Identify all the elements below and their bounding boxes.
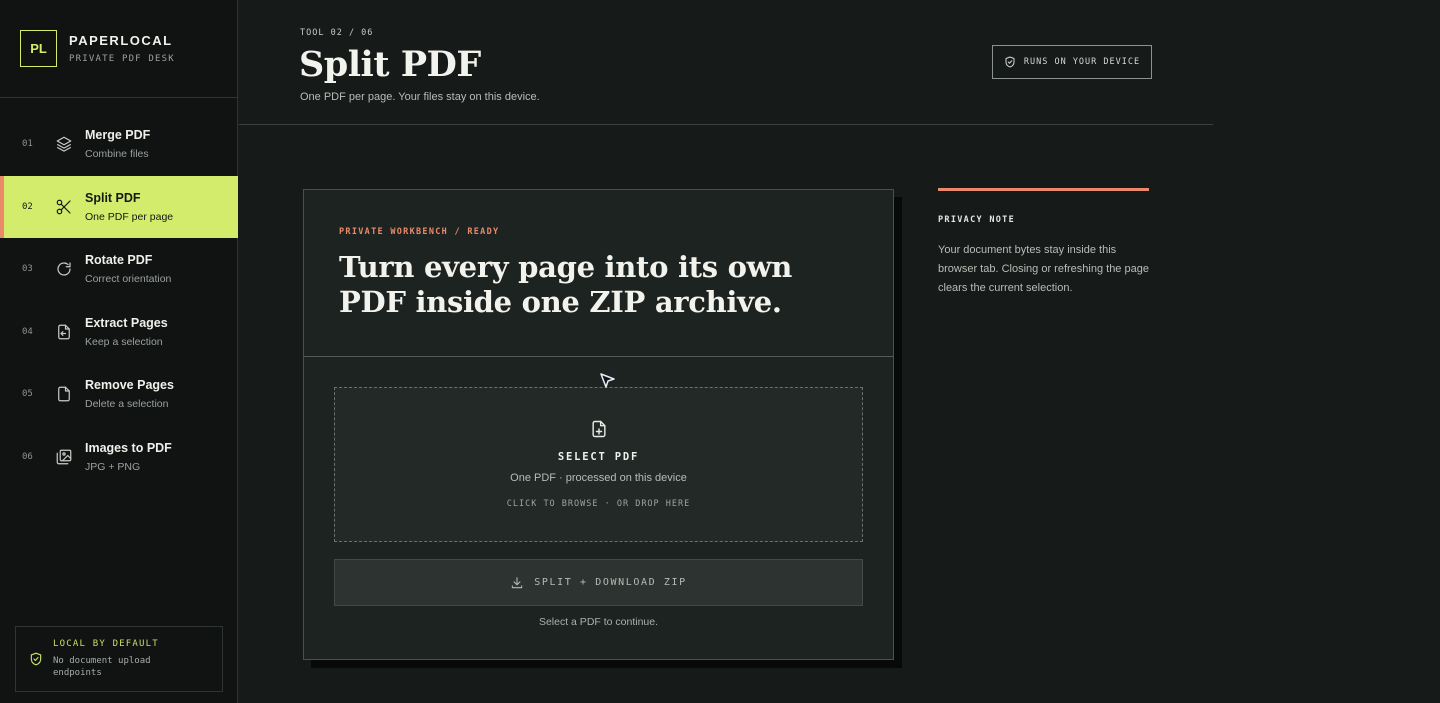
privacy-body: Your document bytes stay inside this bro… [938, 244, 1149, 294]
local-by-default-notice: LOCAL BY DEFAULT No document upload endp… [15, 626, 223, 692]
nav-text: Remove Pages Delete a selection [85, 378, 174, 410]
nav-subtitle: Delete a selection [85, 398, 169, 411]
nav-title: Rotate PDF [85, 253, 153, 268]
sidebar-item-rotate-pdf[interactable]: 03 Rotate PDF Correct orientation [0, 238, 238, 301]
dropzone-title: SELECT PDF [557, 451, 640, 463]
sidebar-item-images-to-pdf[interactable]: 06 Images to PDF JPG + PNG [0, 426, 238, 489]
runs-on-device-badge[interactable]: RUNS ON YOUR DEVICE [992, 45, 1152, 79]
split-button-label: SPLIT + DOWNLOAD ZIP [534, 577, 687, 588]
nav-subtitle: JPG + PNG [85, 460, 141, 473]
page-title: Split PDF [299, 44, 481, 85]
nav-number: 04 [22, 326, 33, 337]
nav-number: 03 [22, 264, 33, 275]
layers-icon [55, 135, 73, 153]
sidebar-item-extract-pages[interactable]: 04 Extract Pages Keep a selection [0, 301, 238, 364]
nav-text: Split PDF One PDF per page [85, 191, 173, 223]
nav-number: 01 [22, 139, 33, 150]
scissors-icon [55, 198, 73, 216]
tool-counter: TOOL 02 / 06 [300, 28, 374, 38]
download-icon [510, 576, 524, 590]
nav-title: Images to PDF [85, 440, 172, 455]
page-header: TOOL 02 / 06 Split PDF One PDF per page.… [239, 0, 1213, 125]
sidebar-item-remove-pages[interactable]: 05 Remove Pages Delete a selection [0, 363, 238, 426]
nav-text: Extract Pages Keep a selection [85, 316, 168, 348]
nav-subtitle: Keep a selection [85, 335, 163, 348]
images-icon [55, 448, 73, 466]
runs-label: RUNS ON YOUR DEVICE [1023, 57, 1141, 67]
file-extract-icon [55, 323, 73, 341]
brand[interactable]: PL PAPERLOCAL PRIVATE PDF DESK [0, 0, 237, 98]
local-text: LOCAL BY DEFAULT No document upload endp… [53, 639, 183, 679]
rotate-icon [55, 260, 73, 278]
file-icon [55, 385, 73, 403]
split-download-button[interactable]: SPLIT + DOWNLOAD ZIP [334, 559, 863, 606]
nav-title: Merge PDF [85, 128, 151, 143]
workbench-card: PRIVATE WORKBENCH / READY Turn every pag… [303, 189, 894, 660]
nav-title: Split PDF [85, 190, 141, 205]
pdf-dropzone[interactable]: SELECT PDF One PDF · processed on this d… [334, 387, 863, 542]
nav-title: Extract Pages [85, 315, 168, 330]
sidebar-item-split-pdf[interactable]: 02 Split PDF One PDF per page [0, 175, 238, 238]
dropzone-subtitle: One PDF · processed on this device [510, 472, 687, 484]
privacy-note: PRIVACY NOTE Your document bytes stay in… [938, 188, 1149, 298]
sidebar-item-merge-pdf[interactable]: 01 Merge PDF Combine files [0, 113, 238, 176]
nav-subtitle: Correct orientation [85, 273, 172, 286]
shield-check-icon [29, 652, 43, 666]
nav-text: Merge PDF Combine files [85, 128, 150, 160]
workbench-headline: Turn every page into its own PDF inside … [339, 250, 793, 319]
nav-subtitle: One PDF per page [85, 210, 174, 223]
brand-text: PAPERLOCAL PRIVATE PDF DESK [69, 33, 175, 64]
tool-nav: 01 Merge PDF Combine files 02 Split PDF … [0, 113, 238, 488]
page-subtitle: One PDF per page. Your files stay on thi… [300, 91, 540, 103]
nav-text: Images to PDF JPG + PNG [85, 441, 172, 473]
nav-number: 05 [22, 389, 33, 400]
mouse-cursor-icon [600, 373, 615, 388]
nav-number: 02 [22, 201, 33, 212]
file-plus-icon [589, 419, 609, 439]
shield-check-icon [1004, 56, 1016, 68]
nav-subtitle: Combine files [85, 148, 149, 161]
brand-subtitle: PRIVATE PDF DESK [69, 54, 175, 64]
brand-name: PAPERLOCAL [69, 33, 173, 48]
workbench-intro: PRIVATE WORKBENCH / READY Turn every pag… [304, 190, 893, 357]
local-title: LOCAL BY DEFAULT [53, 639, 159, 649]
privacy-accent-bar [938, 188, 1149, 191]
split-hint: Select a PDF to continue. [538, 616, 659, 628]
nav-number: 06 [22, 451, 33, 462]
sidebar: PL PAPERLOCAL PRIVATE PDF DESK 01 Merge … [0, 0, 238, 703]
nav-title: Remove Pages [85, 378, 174, 393]
privacy-title: PRIVACY NOTE [938, 215, 1016, 225]
brand-logo: PL [20, 30, 57, 67]
workbench-status: PRIVATE WORKBENCH / READY [339, 227, 500, 237]
dropzone-hint: CLICK TO BROWSE · OR DROP HERE [506, 499, 691, 509]
nav-text: Rotate PDF Correct orientation [85, 253, 171, 285]
local-description: No document upload endpoints [53, 656, 151, 678]
